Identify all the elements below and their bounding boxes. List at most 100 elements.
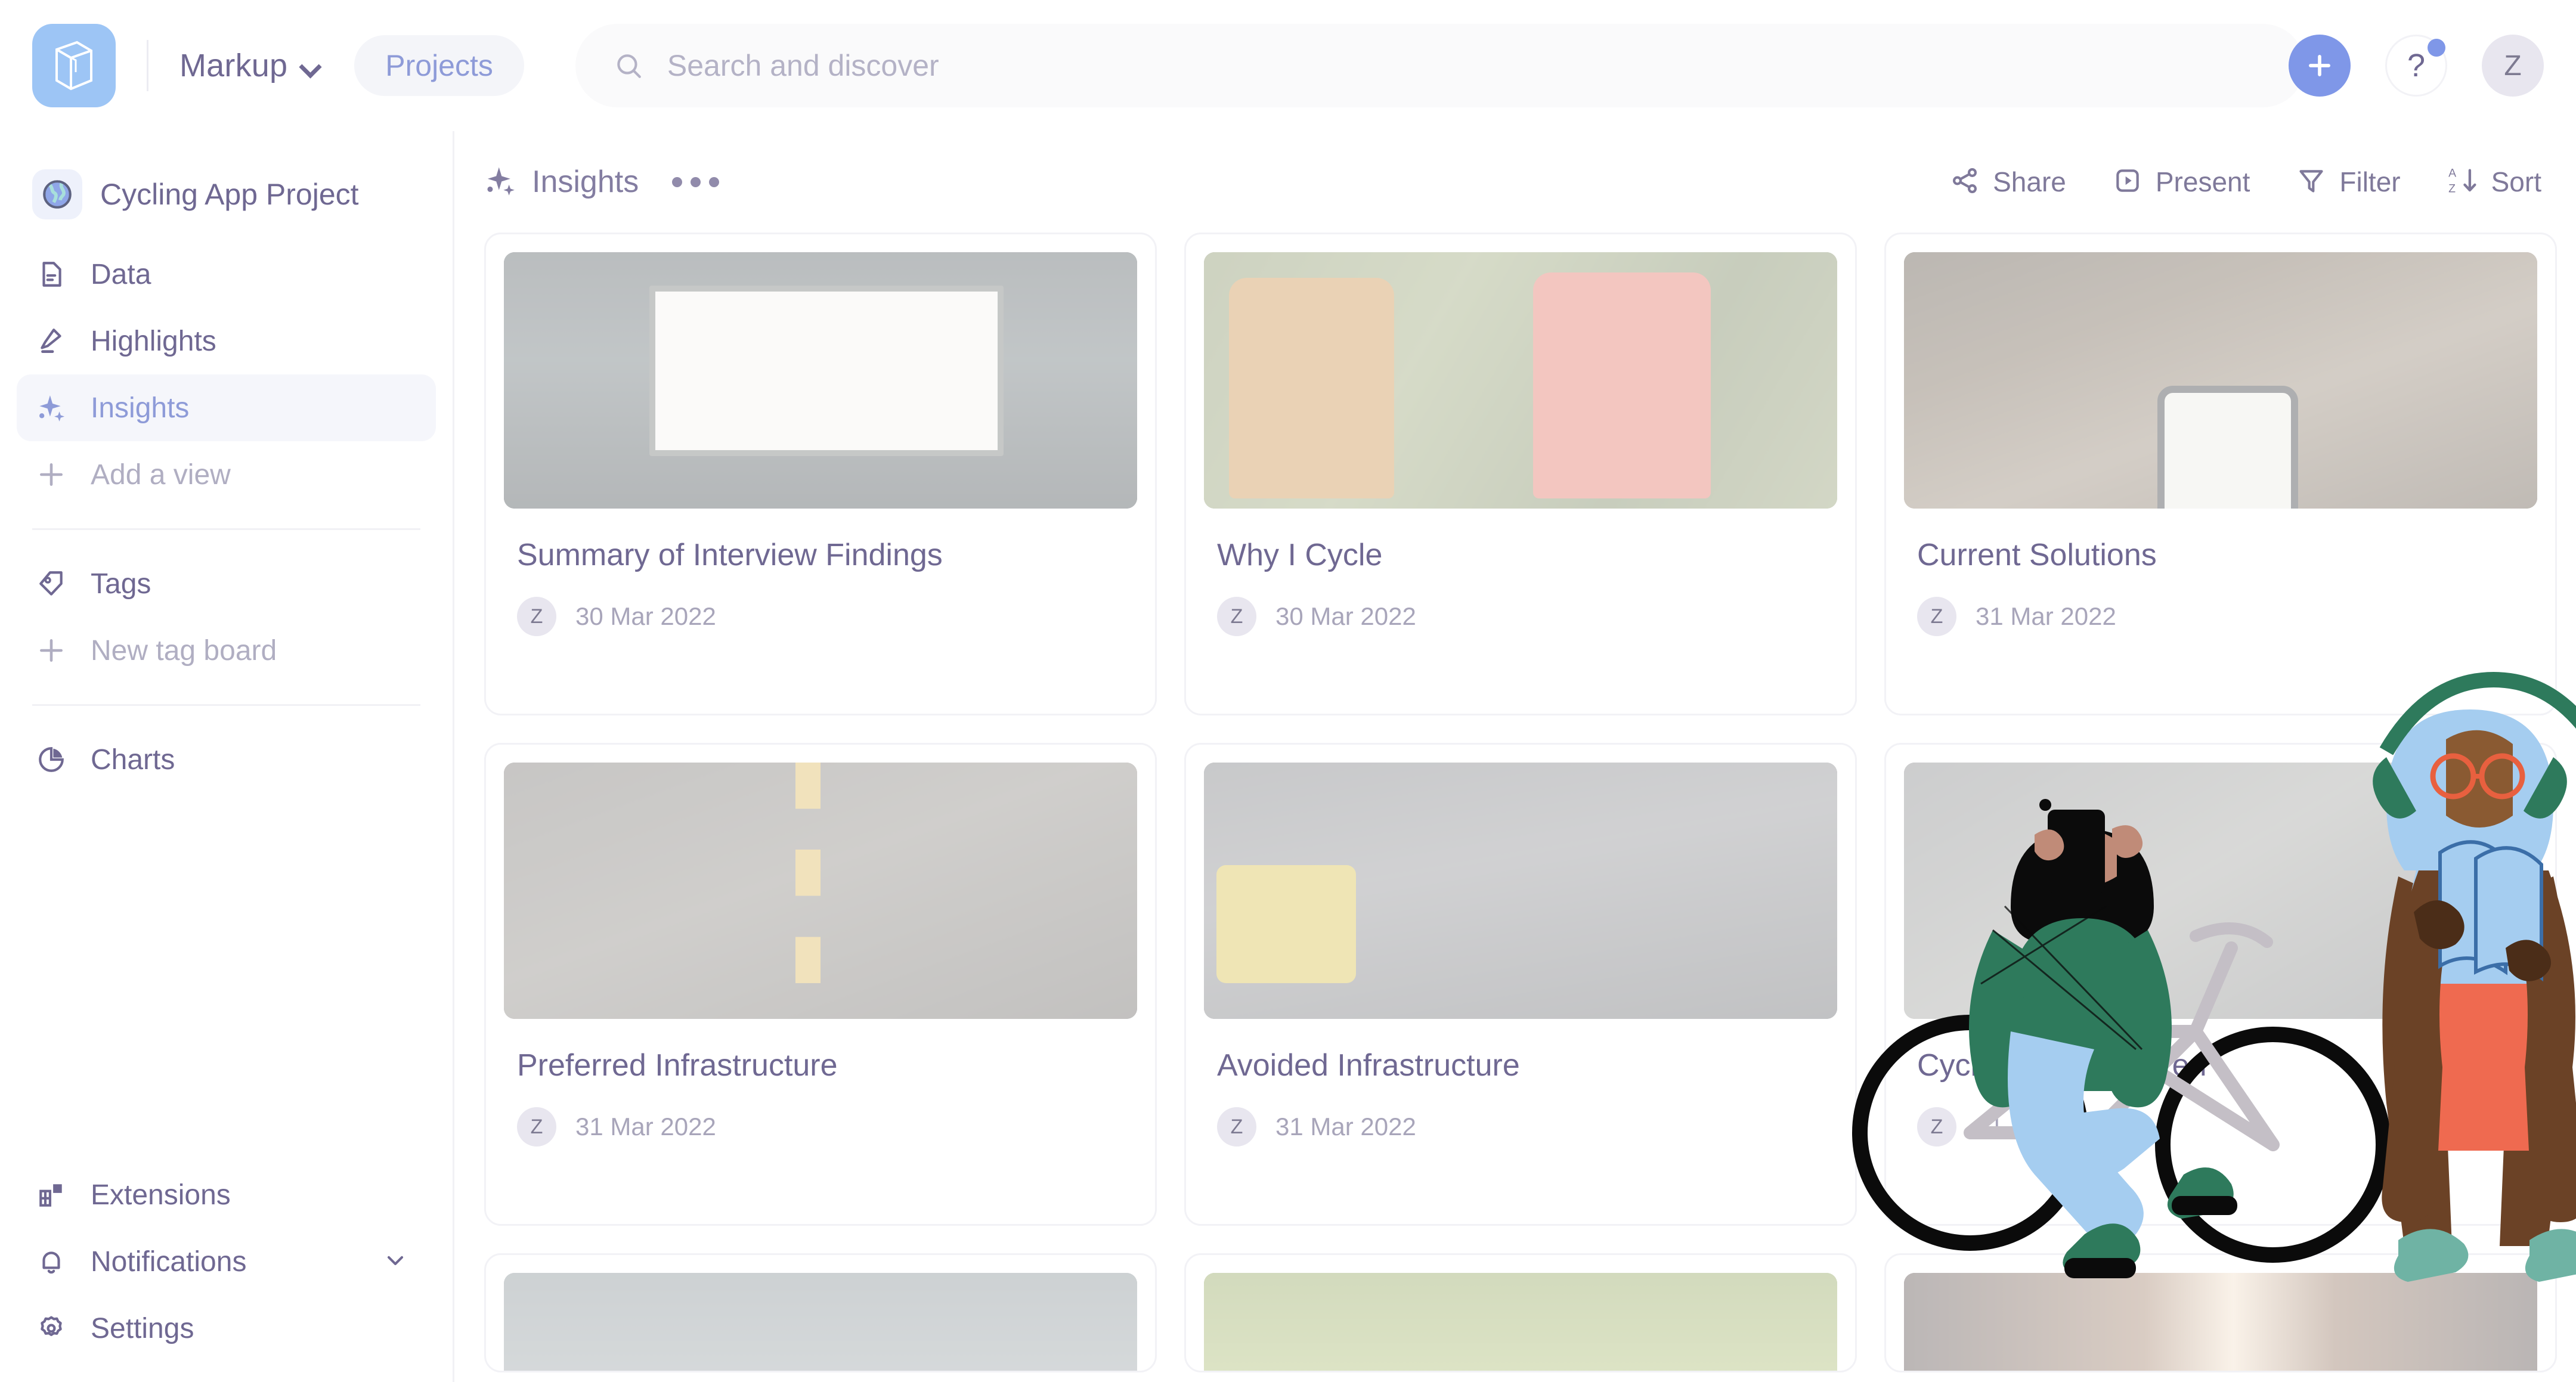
- chevron-down-icon[interactable]: [382, 1247, 408, 1276]
- insight-card[interactable]: Preferred Infrastructure Z 31 Mar 2022: [484, 743, 1157, 1226]
- card-title: Cycling with Children: [1917, 1048, 2207, 1083]
- insight-card[interactable]: Cycling with Children Z 31 Mar 2022: [1884, 743, 2557, 1226]
- sidebar-item-extensions[interactable]: Extensions: [17, 1161, 436, 1228]
- filter-button[interactable]: Filter: [2296, 166, 2401, 199]
- sidebar-item-add-view[interactable]: Add a view: [17, 441, 436, 508]
- sidebar-item-label: Insights: [91, 392, 190, 424]
- insight-card[interactable]: [484, 1253, 1157, 1372]
- avatar: Z: [1217, 1107, 1256, 1146]
- avatar: Z: [1917, 1107, 1956, 1146]
- svg-text:Z: Z: [2448, 182, 2456, 195]
- filter-icon: [2296, 166, 2326, 199]
- card-thumbnail: [1904, 1273, 2537, 1371]
- sidebar-item-label: Extensions: [91, 1179, 231, 1211]
- sidebar-divider: [32, 704, 420, 706]
- highlighter-icon: [36, 326, 67, 357]
- card-thumbnail: [504, 1273, 1137, 1371]
- card-thumbnail: [1904, 763, 2537, 1019]
- share-button[interactable]: Share: [1950, 166, 2066, 199]
- sidebar-item-highlights[interactable]: Highlights: [17, 308, 436, 374]
- card-meta: Z 30 Mar 2022: [1217, 597, 1837, 636]
- card-date: 31 Mar 2022: [1275, 1113, 1416, 1141]
- card-thumbnail: [1904, 252, 2537, 509]
- add-button[interactable]: [2289, 35, 2351, 97]
- card-title: Avoided Infrastructure: [1217, 1048, 1520, 1083]
- present-label: Present: [2155, 166, 2250, 197]
- card-date: 30 Mar 2022: [1275, 602, 1416, 630]
- sidebar-divider: [32, 528, 420, 530]
- card-meta: Z 31 Mar 2022: [1917, 597, 2537, 636]
- header-divider: [147, 40, 148, 91]
- sidebar-tags-group: Tags New tag board: [0, 550, 453, 684]
- insight-card[interactable]: [1184, 1253, 1857, 1372]
- share-label: Share: [1993, 166, 2066, 197]
- card-meta: Z 31 Mar 2022: [1917, 1107, 2537, 1146]
- ellipsis-icon[interactable]: [666, 165, 725, 199]
- sidebar-item-tags[interactable]: Tags: [17, 550, 436, 617]
- card-title: Summary of Interview Findings: [517, 538, 943, 572]
- sidebar-item-label: New tag board: [91, 634, 277, 667]
- card-thumbnail: [504, 763, 1137, 1019]
- sidebar-item-label: Settings: [91, 1312, 194, 1344]
- bell-icon: [36, 1246, 67, 1277]
- insight-card-grid-row-1: Summary of Interview Findings Z 30 Mar 2…: [454, 233, 2576, 715]
- card-date: 31 Mar 2022: [1976, 1113, 2116, 1141]
- chevron-down-icon: [301, 57, 318, 75]
- app-logo[interactable]: [32, 24, 116, 107]
- present-button[interactable]: Present: [2113, 166, 2250, 199]
- avatar: Z: [1917, 597, 1956, 636]
- content-header: Insights Share Present Filter A Z Sort: [454, 131, 2576, 233]
- card-meta: Z 31 Mar 2022: [517, 1107, 1137, 1146]
- card-meta: Z 30 Mar 2022: [517, 597, 1137, 636]
- search-bar[interactable]: Search and discover: [575, 24, 2305, 107]
- sort-label: Sort: [2491, 166, 2541, 197]
- search-input[interactable]: Search and discover: [667, 48, 939, 83]
- insight-card[interactable]: Avoided Infrastructure Z 31 Mar 2022: [1184, 743, 1857, 1226]
- sidebar-item-label: Tags: [91, 568, 151, 600]
- card-title: Why I Cycle: [1217, 538, 1383, 572]
- sort-button[interactable]: A Z Sort: [2447, 165, 2541, 199]
- sidebar-item-label: Add a view: [91, 458, 231, 491]
- plus-icon: [36, 459, 67, 490]
- card-meta: Z 31 Mar 2022: [1217, 1107, 1837, 1146]
- plus-icon: [2309, 55, 2330, 76]
- workspace-name: Markup: [179, 48, 288, 83]
- insight-card[interactable]: Current Solutions Z 31 Mar 2022: [1884, 233, 2557, 715]
- pie-chart-icon: [36, 744, 67, 775]
- top-bar: Markup Projects Search and discover ? Z: [0, 0, 2576, 131]
- card-thumbnail: [1204, 763, 1837, 1019]
- avatar: Z: [517, 597, 556, 636]
- document-icon: [36, 259, 67, 290]
- project-header[interactable]: Cycling App Project: [0, 156, 453, 233]
- insight-card-grid-row-3: [454, 1253, 2576, 1372]
- projects-tab[interactable]: Projects: [354, 35, 524, 96]
- content-actions: Share Present Filter A Z Sort: [1950, 165, 2541, 199]
- sidebar: Cycling App Project Data Highlights Insi…: [0, 131, 454, 1382]
- user-avatar[interactable]: Z: [2482, 35, 2544, 97]
- insight-card-grid-row-2: Preferred Infrastructure Z 31 Mar 2022 A…: [454, 743, 2576, 1226]
- globe-icon: [32, 169, 82, 219]
- card-title: Preferred Infrastructure: [517, 1048, 838, 1083]
- sidebar-item-settings[interactable]: Settings: [17, 1295, 436, 1362]
- sidebar-item-label: Data: [91, 258, 151, 290]
- card-date: 30 Mar 2022: [575, 602, 716, 630]
- card-title: Current Solutions: [1917, 538, 2157, 572]
- sidebar-item-new-tag-board[interactable]: New tag board: [17, 617, 436, 684]
- sidebar-item-label: Charts: [91, 743, 175, 776]
- card-date: 31 Mar 2022: [575, 1113, 716, 1141]
- share-icon: [1950, 166, 1980, 199]
- sidebar-item-label: Highlights: [91, 325, 216, 357]
- cube-logo-icon: [55, 41, 92, 91]
- sidebar-item-insights[interactable]: Insights: [17, 374, 436, 441]
- workspace-switcher[interactable]: Markup: [179, 47, 318, 84]
- sidebar-item-notifications[interactable]: Notifications: [17, 1228, 436, 1295]
- sidebar-item-charts[interactable]: Charts: [17, 726, 436, 793]
- tag-icon: [36, 568, 67, 599]
- card-date: 31 Mar 2022: [1976, 602, 2116, 630]
- sidebar-item-data[interactable]: Data: [17, 241, 436, 308]
- insight-card[interactable]: [1884, 1253, 2557, 1372]
- insight-card[interactable]: Why I Cycle Z 30 Mar 2022: [1184, 233, 1857, 715]
- insight-card[interactable]: Summary of Interview Findings Z 30 Mar 2…: [484, 233, 1157, 715]
- help-button[interactable]: ?: [2385, 35, 2447, 97]
- sidebar-item-label: Notifications: [91, 1245, 247, 1278]
